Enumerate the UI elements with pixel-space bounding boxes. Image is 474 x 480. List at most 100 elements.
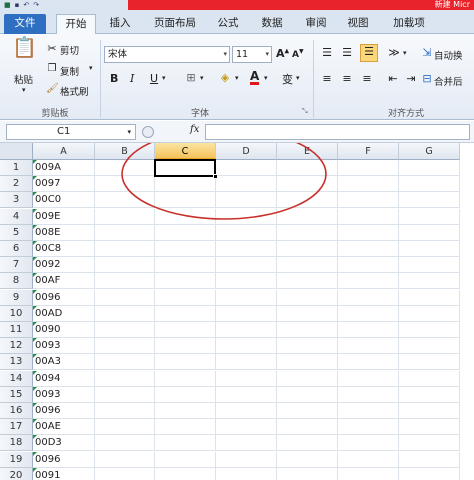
cell[interactable] (216, 386, 277, 403)
row-header[interactable]: 14 (0, 370, 33, 387)
cell[interactable] (95, 354, 155, 371)
row-header[interactable]: 5 (0, 224, 33, 241)
tab-formulas[interactable]: 公式 (210, 14, 246, 34)
cell[interactable] (338, 338, 399, 355)
cell[interactable] (399, 257, 460, 274)
cell[interactable] (155, 386, 216, 403)
tab-insert[interactable]: 插入 (102, 14, 138, 34)
column-header-g[interactable]: G (399, 143, 460, 160)
cell[interactable] (399, 451, 460, 468)
font-dialog-launcher-icon[interactable]: ⤡ (302, 107, 308, 116)
cell[interactable] (277, 338, 338, 355)
column-header-e[interactable]: E (277, 143, 338, 160)
cell-a[interactable]: 0090 (33, 322, 95, 338)
cell[interactable] (399, 435, 460, 452)
cell[interactable] (277, 208, 338, 225)
select-all-corner[interactable] (0, 143, 33, 160)
cell-a[interactable]: 00C8 (33, 241, 95, 257)
tab-data[interactable]: 数据 (254, 14, 290, 34)
cell[interactable] (155, 338, 216, 355)
tab-addins[interactable]: 加载项 (384, 14, 434, 34)
cell[interactable] (216, 467, 277, 480)
row-header[interactable]: 20 (0, 467, 33, 480)
column-header-d[interactable]: D (216, 143, 277, 160)
align-center-icon[interactable]: ≡ (340, 72, 354, 86)
cell[interactable] (338, 386, 399, 403)
cell[interactable] (216, 160, 277, 176)
row-header[interactable]: 4 (0, 208, 33, 225)
underline-button[interactable]: U (150, 72, 158, 85)
cell[interactable] (277, 322, 338, 338)
phonetic-button[interactable]: 变 (282, 71, 293, 87)
cell-a[interactable]: 009A (33, 160, 95, 176)
cell[interactable] (155, 257, 216, 274)
cut-icon[interactable]: ✂ (46, 42, 58, 56)
cell[interactable] (399, 338, 460, 355)
increase-indent-icon[interactable]: ⇥ (404, 72, 418, 86)
merge-center-button[interactable]: 合并后 (434, 74, 463, 88)
cell[interactable] (216, 419, 277, 436)
row-header[interactable]: 17 (0, 419, 33, 436)
function-wizard-handle-icon[interactable] (142, 126, 154, 138)
cell[interactable] (338, 160, 399, 176)
cell[interactable] (216, 338, 277, 355)
font-color-button[interactable]: A (250, 70, 260, 85)
cell[interactable] (216, 370, 277, 387)
cell-a[interactable]: 00AF (33, 273, 95, 290)
save-icon[interactable]: ▪ (15, 1, 20, 9)
cell[interactable] (338, 370, 399, 387)
bold-button[interactable]: B (110, 72, 118, 85)
paste-label[interactable]: 粘贴 (14, 72, 33, 86)
cell[interactable] (95, 289, 155, 306)
border-dropdown-icon[interactable]: ▾ (200, 74, 204, 82)
cell[interactable] (95, 419, 155, 436)
align-top-icon[interactable]: ☰ (320, 46, 334, 60)
cell[interactable] (155, 419, 216, 436)
insert-function-icon[interactable]: fx (190, 124, 199, 135)
cell[interactable] (277, 273, 338, 290)
cell[interactable] (95, 338, 155, 355)
row-header[interactable]: 15 (0, 386, 33, 403)
cell[interactable] (155, 322, 216, 338)
row-header[interactable]: 18 (0, 435, 33, 452)
cell[interactable] (277, 354, 338, 371)
cell[interactable] (338, 273, 399, 290)
align-right-icon[interactable]: ≡ (360, 72, 374, 86)
cell[interactable] (95, 224, 155, 241)
cell[interactable] (399, 273, 460, 290)
cell[interactable] (155, 176, 216, 193)
column-header-c[interactable]: C (155, 143, 216, 160)
cell[interactable] (399, 354, 460, 371)
worksheet-grid[interactable]: ABCDEFG 1 009A 2 0097 3 00C0 4 009E 5 008E 6 00C8 7 0… (0, 143, 474, 480)
cell[interactable] (338, 322, 399, 338)
tab-file[interactable]: 文件 (4, 14, 46, 34)
cell-a[interactable]: 0096 (33, 403, 95, 419)
cell[interactable] (95, 273, 155, 290)
cell[interactable] (338, 208, 399, 225)
cell[interactable] (277, 305, 338, 322)
cell[interactable] (95, 467, 155, 480)
cell[interactable] (216, 435, 277, 452)
italic-button[interactable]: I (130, 72, 134, 85)
cell[interactable] (338, 224, 399, 241)
cell-a[interactable]: 00C0 (33, 192, 95, 209)
cell[interactable] (216, 354, 277, 371)
cell[interactable] (155, 370, 216, 387)
row-header[interactable]: 9 (0, 289, 33, 306)
cell[interactable] (155, 241, 216, 257)
cell[interactable] (277, 289, 338, 306)
cell[interactable] (277, 403, 338, 419)
cell[interactable] (155, 451, 216, 468)
orientation-dropdown-icon[interactable]: ▾ (403, 49, 407, 57)
row-header[interactable]: 12 (0, 338, 33, 355)
fill-handle[interactable] (213, 174, 218, 180)
cell[interactable] (155, 467, 216, 480)
cell[interactable] (399, 160, 460, 176)
grow-font-button[interactable]: A▲ (276, 47, 289, 60)
cell-a[interactable]: 0093 (33, 386, 95, 403)
cell[interactable] (155, 403, 216, 419)
cell[interactable] (155, 273, 216, 290)
cell[interactable] (277, 435, 338, 452)
cell[interactable] (216, 192, 277, 209)
cell[interactable] (95, 435, 155, 452)
